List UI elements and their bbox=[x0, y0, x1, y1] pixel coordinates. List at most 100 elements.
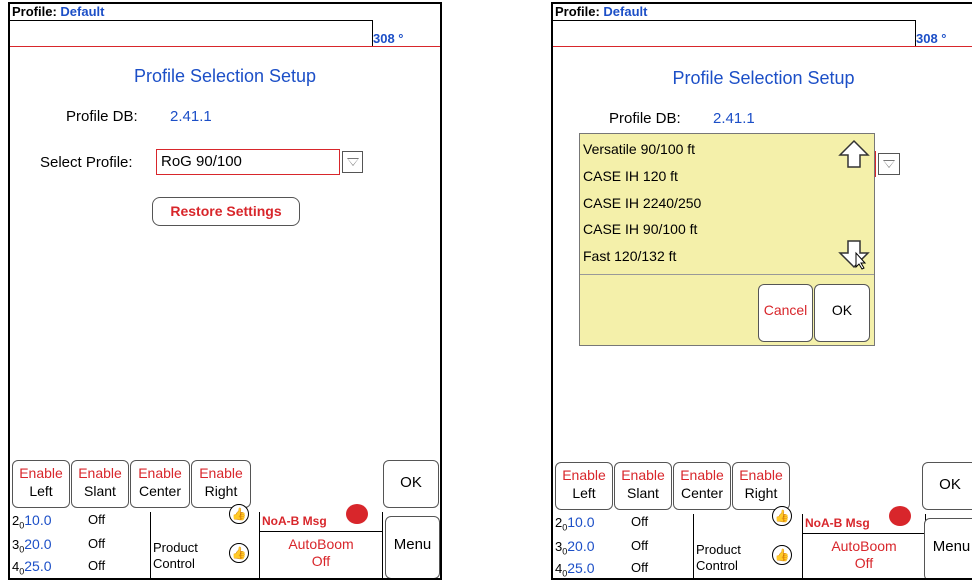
noab-msg: NoA-B Msg bbox=[262, 514, 327, 528]
enable-slant-button[interactable]: Enable Slant bbox=[71, 460, 129, 508]
enable-slant-bottom: Slant bbox=[84, 483, 116, 499]
profile-setup-screen-dropdown: Profile: Default 308 ° Profile Selection… bbox=[551, 2, 972, 580]
row-state: Off bbox=[88, 536, 106, 551]
profile-db-label: Profile DB: bbox=[66, 108, 138, 125]
noab-msg: NoA-B Msg bbox=[805, 516, 870, 530]
list-item[interactable]: CASE IH 120 ft bbox=[583, 168, 678, 184]
rate-row: 3020.0 Off bbox=[555, 538, 685, 557]
enable-left-button[interactable]: Enable Left bbox=[12, 460, 70, 508]
autoboom-divider bbox=[260, 531, 382, 532]
rate-row: 4025.0 Off bbox=[12, 558, 142, 577]
list-item[interactable]: CASE IH 90/100 ft bbox=[583, 221, 697, 237]
page-title: Profile Selection Setup bbox=[133, 66, 317, 86]
row-state: Off bbox=[88, 558, 106, 573]
enable-slant-button[interactable]: Enable Slant bbox=[614, 462, 672, 510]
autoboom-panel[interactable]: NoA-B Msg AutoBoom Off bbox=[260, 504, 383, 578]
product-control-label: Product Control bbox=[153, 540, 198, 572]
profile-header: Profile: Default bbox=[12, 4, 104, 19]
header-bar bbox=[10, 20, 373, 46]
autoboom-label: AutoBoom bbox=[831, 538, 897, 554]
cancel-button[interactable]: Cancel bbox=[758, 284, 813, 342]
enable-right-top: Enable bbox=[739, 467, 783, 483]
thumbs-up-icon: 👍 bbox=[229, 543, 249, 563]
list-item[interactable]: Fast 120/132 ft bbox=[583, 248, 676, 264]
product-control-panel[interactable]: 👍 Product Control 👍 bbox=[150, 504, 260, 578]
thumbs-up-icon: 👍 bbox=[772, 545, 792, 565]
heading-readout: 308 ° bbox=[916, 31, 947, 46]
ok-button[interactable]: OK bbox=[922, 462, 972, 510]
product-label: Product bbox=[696, 542, 741, 557]
rate-row: 4025.0 Off bbox=[555, 560, 685, 578]
enable-center-top: Enable bbox=[138, 465, 182, 481]
ok-button[interactable]: OK bbox=[383, 460, 439, 508]
enable-right-button[interactable]: Enable Right bbox=[732, 462, 790, 510]
thumbs-up-icon: 👍 bbox=[772, 506, 792, 526]
enable-right-bottom: Right bbox=[744, 485, 778, 501]
scroll-up-icon[interactable] bbox=[838, 139, 870, 169]
enable-center-top: Enable bbox=[680, 467, 724, 483]
enable-center-bottom: Center bbox=[680, 485, 724, 501]
enable-center-button[interactable]: Enable Center bbox=[673, 462, 731, 510]
autoboom-status: AutoBoom Off bbox=[803, 538, 925, 572]
enable-right-bottom: Right bbox=[204, 483, 238, 499]
menu-button[interactable]: Menu bbox=[385, 516, 440, 578]
thumbs-up-icon: 👍 bbox=[229, 504, 249, 524]
row-rate: 10.0 bbox=[24, 512, 52, 528]
rate-row: 2010.0 Off bbox=[555, 514, 685, 533]
enable-center-button[interactable]: Enable Center bbox=[130, 460, 190, 508]
profile-dropdown-list: Versatile 90/100 ft CASE IH 120 ft CASE … bbox=[579, 133, 875, 346]
profile-db-value: 2.41.1 bbox=[170, 108, 212, 125]
profile-setup-screen: Profile: Default 308 ° Profile Selection… bbox=[8, 2, 442, 580]
row-state: Off bbox=[631, 560, 649, 575]
profile-db-value: 2.41.1 bbox=[713, 110, 755, 127]
row-rate: 20.0 bbox=[567, 538, 595, 554]
list-item[interactable]: Versatile 90/100 ft bbox=[583, 141, 695, 157]
section-rates: 2010.0 Off 3020.0 Off 4025.0 Off bbox=[553, 514, 693, 578]
control-label: Control bbox=[153, 556, 195, 571]
page-title: Profile Selection Setup bbox=[672, 68, 855, 88]
alert-icon bbox=[889, 506, 911, 526]
dropdown-arrow-icon[interactable] bbox=[342, 151, 363, 173]
profile-select-field[interactable]: RoG 90/100 bbox=[156, 149, 340, 175]
profile-header: Profile: Default bbox=[555, 4, 647, 19]
enable-right-top: Enable bbox=[199, 465, 243, 481]
autoboom-state: Off bbox=[311, 553, 331, 569]
row-rate: 25.0 bbox=[567, 560, 595, 576]
row-rate: 25.0 bbox=[24, 558, 52, 574]
scroll-down-icon[interactable] bbox=[838, 239, 870, 271]
enable-right-button[interactable]: Enable Right bbox=[191, 460, 251, 508]
autoboom-label: AutoBoom bbox=[288, 536, 354, 552]
enable-slant-bottom: Slant bbox=[627, 485, 659, 501]
product-control-panel[interactable]: 👍 Product Control 👍 bbox=[693, 506, 803, 578]
select-profile-label: Select Profile: bbox=[40, 154, 133, 171]
restore-settings-button[interactable]: Restore Settings bbox=[152, 197, 300, 226]
enable-slant-top: Enable bbox=[621, 467, 665, 483]
section-rates: 2010.0 Off 3020.0 Off 4025.0 Off bbox=[10, 512, 150, 578]
list-item[interactable]: CASE IH 2240/250 bbox=[583, 195, 701, 211]
header-divider bbox=[553, 46, 972, 47]
autoboom-panel[interactable]: NoA-B Msg AutoBoom Off bbox=[803, 506, 926, 578]
row-state: Off bbox=[88, 512, 106, 527]
alert-icon bbox=[346, 504, 368, 524]
control-label: Control bbox=[696, 558, 738, 573]
autoboom-state: Off bbox=[854, 555, 874, 571]
enable-left-button[interactable]: Enable Left bbox=[555, 462, 613, 510]
profile-db-label: Profile DB: bbox=[609, 110, 681, 127]
dropdown-arrow-icon[interactable] bbox=[878, 153, 900, 175]
enable-left-top: Enable bbox=[562, 467, 606, 483]
autoboom-divider bbox=[803, 533, 925, 534]
header-divider bbox=[10, 46, 440, 47]
rate-row: 3020.0 Off bbox=[12, 536, 142, 555]
row-state: Off bbox=[631, 514, 649, 529]
dropdown-divider bbox=[580, 274, 874, 275]
rate-row: 2010.0 Off bbox=[12, 512, 142, 531]
row-rate: 20.0 bbox=[24, 536, 52, 552]
dialog-ok-button[interactable]: OK bbox=[814, 284, 870, 342]
profile-label: Profile: bbox=[12, 4, 57, 19]
menu-button[interactable]: Menu bbox=[924, 518, 972, 578]
autoboom-status: AutoBoom Off bbox=[260, 536, 382, 570]
profile-value: Default bbox=[60, 4, 105, 19]
row-state: Off bbox=[631, 538, 649, 553]
enable-center-bottom: Center bbox=[138, 483, 182, 499]
header-bar bbox=[553, 20, 916, 46]
